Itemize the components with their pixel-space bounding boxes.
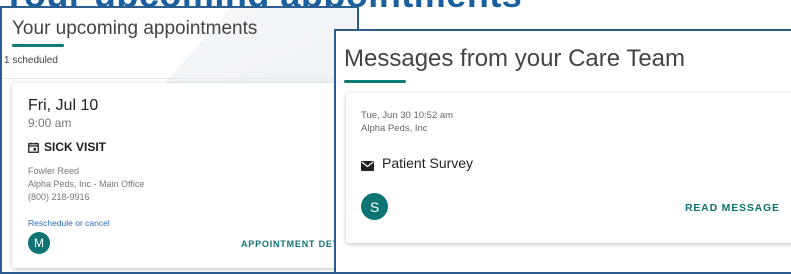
appointments-count: 1 scheduled [4, 55, 58, 66]
appointments-title: Your upcoming appointments [12, 18, 258, 39]
messages-title: Messages from your Care Team [344, 45, 686, 72]
appointment-type-label: SICK VISIT [44, 140, 107, 154]
avatar: M [28, 232, 50, 254]
calendar-icon [28, 142, 39, 153]
appointment-item[interactable]: Fri, Jul 10 9:00 am SICK VISIT Fowler Re… [12, 83, 357, 268]
appointment-time: 9:00 am [28, 116, 72, 130]
envelope-icon [361, 158, 374, 171]
message-organization: Alpha Peds, Inc [361, 123, 428, 134]
divider [2, 78, 357, 79]
appointment-date: Fri, Jul 10 [28, 97, 99, 114]
appointment-location: Alpha Peds, Inc - Main Office [28, 179, 145, 189]
title-underline [344, 80, 406, 83]
appointments-card: Your upcoming appointments 1 scheduled F… [0, 6, 359, 274]
reschedule-link[interactable]: Reschedule or cancel [28, 218, 110, 228]
message-datetime: Tue, Jun 30 10:52 am [361, 110, 454, 121]
message-subject-label: Patient Survey [382, 155, 474, 171]
message-subject: Patient Survey [361, 155, 473, 171]
title-underline [12, 44, 64, 47]
appointment-type: SICK VISIT [28, 140, 106, 154]
avatar: S [361, 193, 388, 220]
messages-card: Messages from your Care Team Tue, Jun 30… [334, 29, 791, 274]
appointment-phone: (800) 218-9916 [28, 192, 90, 202]
read-message-button[interactable]: READ MESSAGE [685, 202, 780, 214]
message-item[interactable]: Tue, Jun 30 10:52 am Alpha Peds, Inc Pat… [346, 93, 791, 243]
provider-name: Fowler Reed [28, 166, 80, 176]
